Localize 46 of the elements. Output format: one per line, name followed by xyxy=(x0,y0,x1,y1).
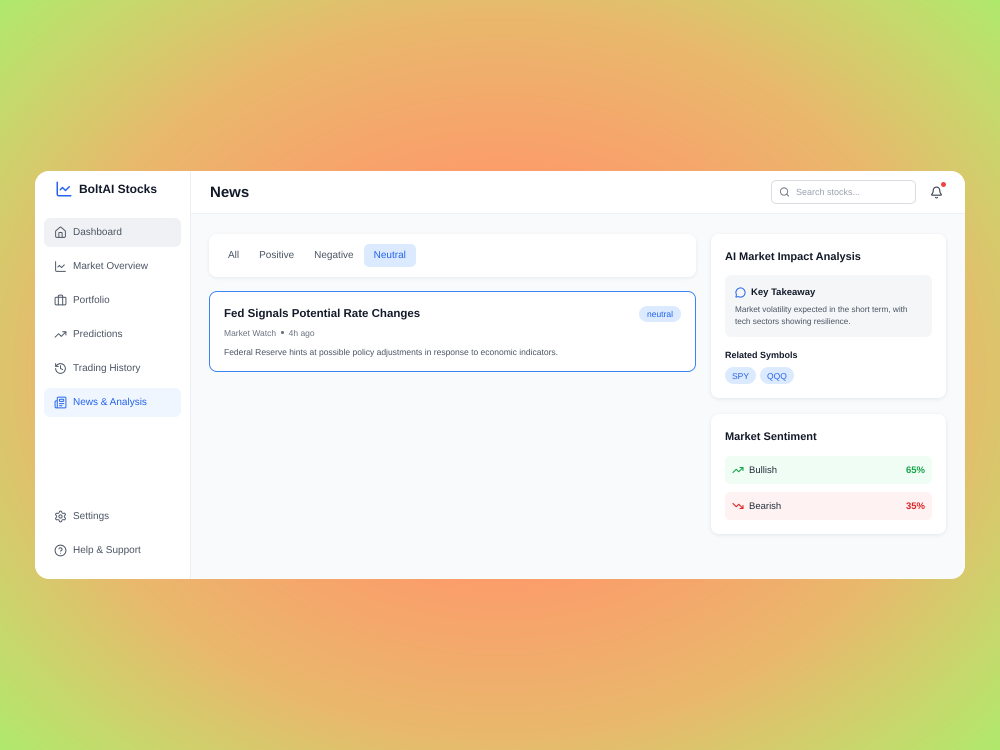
nav-item[interactable]: News & Analysis xyxy=(44,388,181,417)
house-icon xyxy=(54,226,67,239)
news-card[interactable]: Fed Signals Potential Rate Changes neutral Market Watch 4h ago Federal Reserve hints at possible policy adjustments in response to economic indicators. xyxy=(209,291,696,372)
bell-icon[interactable] xyxy=(930,186,943,198)
card-title: Market Sentiment xyxy=(725,430,818,444)
sentiment-value: 65% xyxy=(906,464,925,476)
nav-item[interactable]: Portfolio xyxy=(44,286,181,315)
settings-icon xyxy=(54,510,67,523)
news-title: Fed Signals Potential Rate Changes xyxy=(224,308,420,320)
takeaway-text: Market volatility expected in the short term, with tech sectors showing resilience. xyxy=(735,304,908,328)
nav-item[interactable]: Trading History xyxy=(44,354,181,383)
sentiment-label: Bullish xyxy=(749,464,777,476)
symbol-tag[interactable]: QQQ xyxy=(760,367,794,384)
card-title: AI Market Impact Analysis xyxy=(725,250,862,264)
trend-down-icon xyxy=(732,500,744,512)
search-field[interactable]: Search stocks... xyxy=(771,180,916,204)
filter-tab[interactable]: Neutral xyxy=(364,244,416,267)
sentiment-label: Bearish xyxy=(749,500,782,512)
news-summary: Federal Reserve hints at possible policy adjustments in response to economic indicators. xyxy=(224,346,560,359)
line-chart-icon xyxy=(54,260,67,273)
news-time: 4h ago xyxy=(288,328,315,338)
newspaper-icon xyxy=(54,396,67,409)
section-title: Related Symbols xyxy=(725,349,799,361)
clock-arrow-icon xyxy=(54,362,67,375)
nav-item[interactable]: Settings xyxy=(44,502,181,531)
search-icon xyxy=(779,186,790,198)
help-icon xyxy=(54,544,67,557)
line-chart-icon xyxy=(55,180,73,198)
sentiment-value: 35% xyxy=(906,500,925,512)
nav-item[interactable]: Market Overview xyxy=(44,252,181,281)
page-title: News xyxy=(210,184,250,200)
filter-tab[interactable]: All xyxy=(218,244,250,267)
app-name: BoltAI Stocks xyxy=(79,182,158,196)
trend-up-icon xyxy=(732,464,744,476)
sentiment-tag: neutral xyxy=(639,306,681,322)
news-source: Market Watch xyxy=(224,328,276,338)
bullet-icon xyxy=(281,331,284,334)
briefcase-icon xyxy=(54,294,67,307)
nav-item[interactable]: Help & Support xyxy=(44,536,181,565)
chat-bubble-icon xyxy=(735,286,746,298)
symbol-tag[interactable]: SPY xyxy=(725,367,756,384)
filter-tab[interactable]: Positive xyxy=(249,244,304,267)
takeaway-title: Key Takeaway xyxy=(751,286,816,298)
nav-item[interactable]: Dashboard xyxy=(44,218,181,247)
filter-tab[interactable]: Negative xyxy=(304,244,364,267)
nav-item[interactable]: Predictions xyxy=(44,320,181,349)
